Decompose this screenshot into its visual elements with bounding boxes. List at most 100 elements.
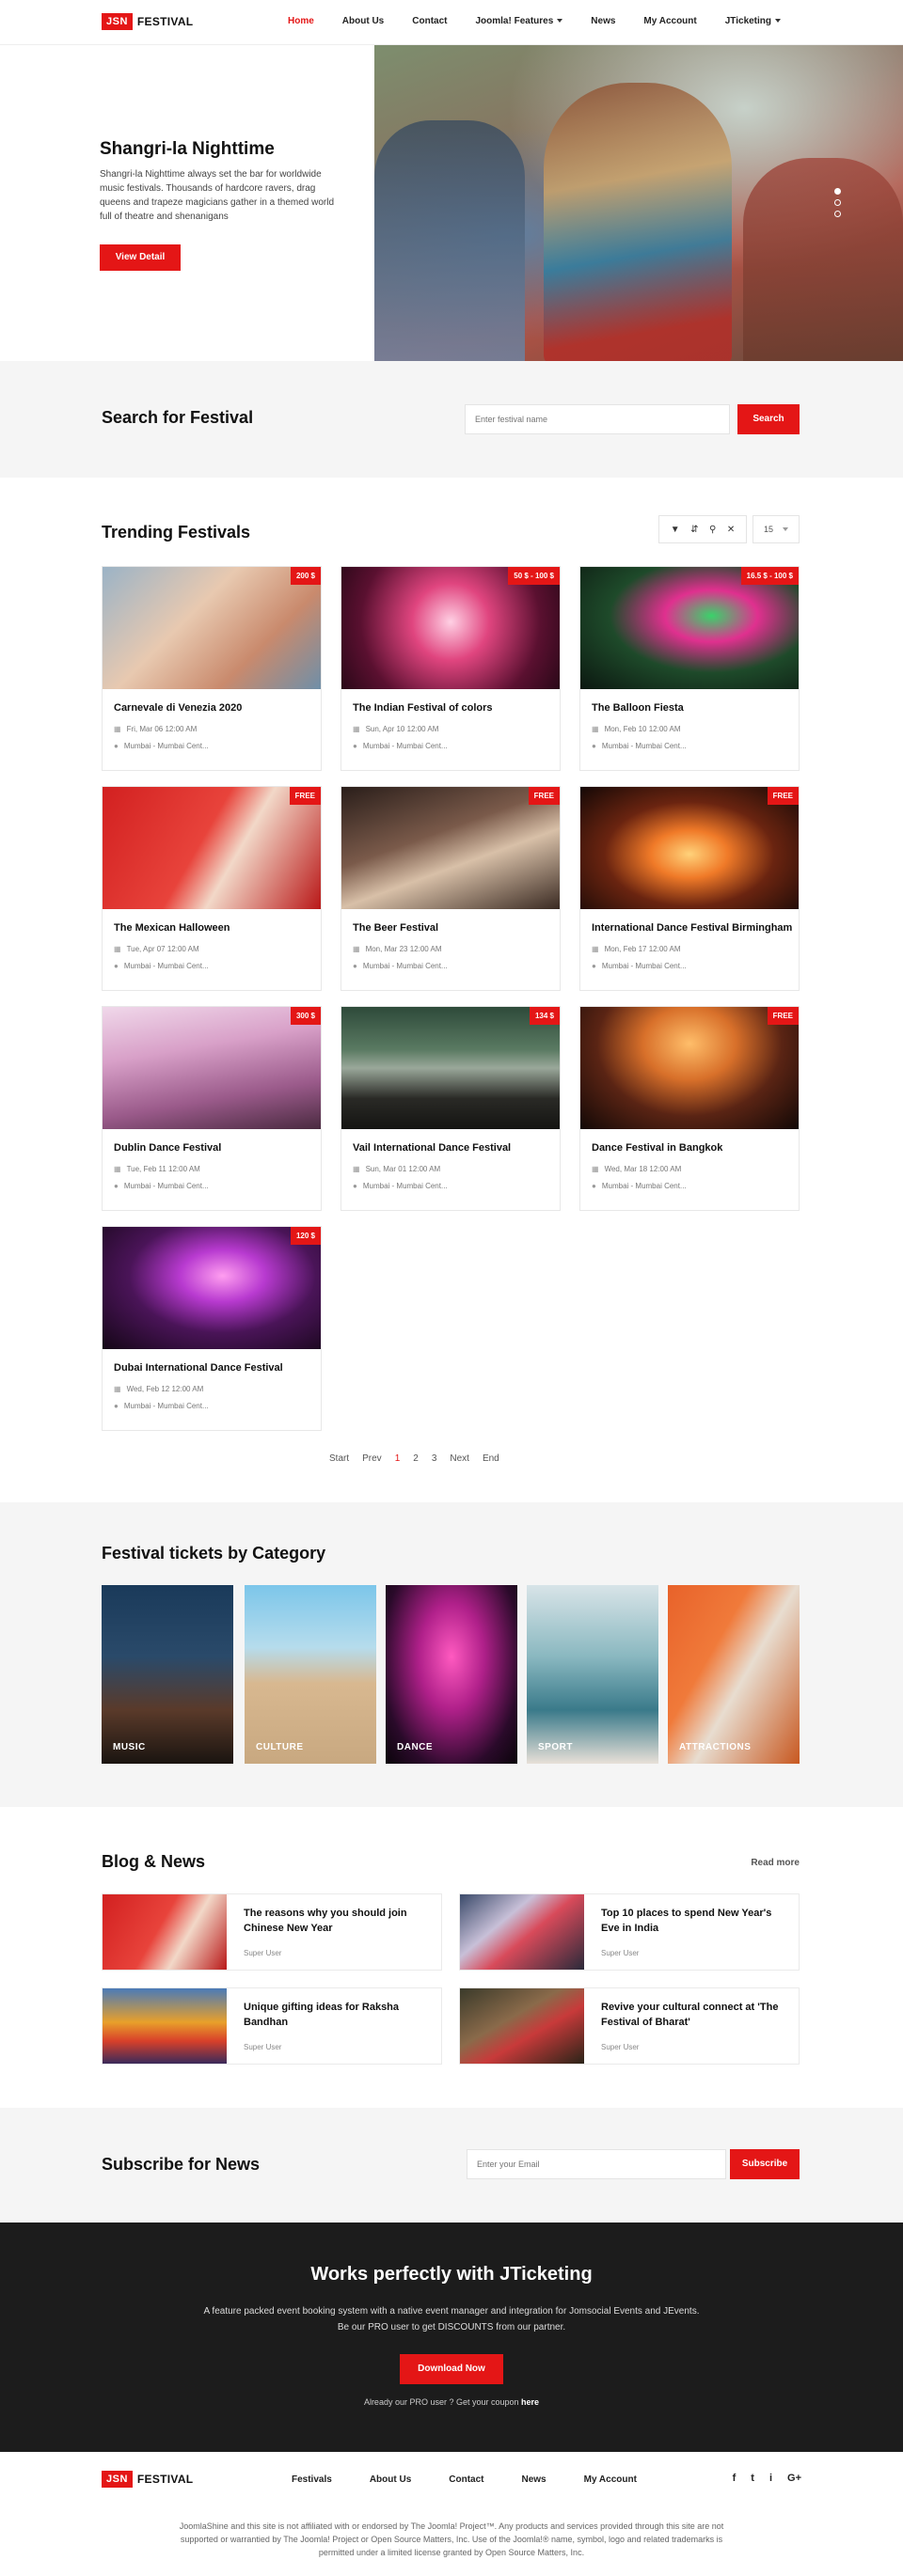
calendar-icon: ▦ — [114, 945, 121, 953]
page-2[interactable]: 2 — [413, 1453, 419, 1464]
festival-title[interactable]: The Balloon Fiesta — [592, 702, 684, 714]
twitter-icon[interactable]: t — [751, 2473, 754, 2484]
download-now-button[interactable]: Download Now — [400, 2354, 503, 2384]
sort-icon[interactable]: ⇵ — [690, 525, 698, 535]
festival-title[interactable]: The Beer Festival — [353, 922, 438, 934]
nav-contact[interactable]: Contact — [412, 16, 447, 26]
festival-card[interactable]: FREE Dance Festival in Bangkok ▦ Wed, Mar… — [579, 1006, 800, 1211]
festival-date-text: Fri, Mar 06 12:00 AM — [126, 725, 198, 733]
footer-nav-contact[interactable]: Contact — [449, 2474, 483, 2485]
category-tile-sport[interactable]: SPORT — [527, 1585, 658, 1764]
logo-badge: JSN — [102, 13, 133, 30]
festival-title[interactable]: The Indian Festival of colors — [353, 702, 493, 714]
blog-post-title[interactable]: The reasons why you should join Chinese … — [244, 1906, 432, 1936]
price-badge: FREE — [767, 1007, 799, 1025]
footer-nav: Festivals About Us Contact News My Accou… — [292, 2474, 674, 2485]
festival-card[interactable]: 16.5 $ - 100 $ The Balloon Fiesta ▦ Mon, … — [579, 566, 800, 771]
festival-title[interactable]: Dubai International Dance Festival — [114, 1362, 283, 1374]
festival-date: ▦ Tue, Apr 07 12:00 AM — [114, 945, 199, 953]
footer-logo[interactable]: JSN FESTIVAL — [102, 2471, 193, 2488]
page-end[interactable]: End — [483, 1453, 499, 1464]
festival-title[interactable]: Vail International Dance Festival — [353, 1142, 511, 1154]
festival-image — [103, 787, 321, 909]
blog-post-title[interactable]: Revive your cultural connect at 'The Fes… — [601, 2000, 789, 2030]
blog-post[interactable]: Revive your cultural connect at 'The Fes… — [459, 1987, 800, 2065]
festival-card[interactable]: FREE The Beer Festival ▦ Mon, Mar 23 12:0… — [341, 786, 561, 991]
category-title: Festival tickets by Category — [102, 1544, 326, 1563]
slider-dot-3[interactable] — [834, 211, 841, 217]
calendar-icon: ▦ — [114, 1385, 121, 1393]
footer-nav-festivals[interactable]: Festivals — [292, 2474, 332, 2485]
category-tile-culture[interactable]: CULTURE — [245, 1585, 376, 1764]
festival-location: ● Mumbai - Mumbai Cent... — [353, 1182, 448, 1190]
festival-location-text: Mumbai - Mumbai Cent... — [362, 742, 448, 750]
coupon-link[interactable]: here — [521, 2397, 539, 2407]
festival-card[interactable]: FREE International Dance Festival Birmin… — [579, 786, 800, 991]
blog-post-title[interactable]: Top 10 places to spend New Year's Eve in… — [601, 1906, 789, 1936]
price-badge: 134 $ — [529, 1007, 560, 1025]
festival-title[interactable]: Carnevale di Venezia 2020 — [114, 702, 242, 714]
festival-card[interactable]: 50 $ - 100 $ The Indian Festival of colo… — [341, 566, 561, 771]
blog-post-title[interactable]: Unique gifting ideas for Raksha Bandhan — [244, 2000, 432, 2030]
festival-card[interactable]: 300 $ Dublin Dance Festival ▦ Tue, Feb 11… — [102, 1006, 322, 1211]
read-more-link[interactable]: Read more — [751, 1858, 800, 1868]
instagram-icon[interactable]: i — [769, 2473, 772, 2484]
festival-date-text: Mon, Mar 23 12:00 AM — [365, 945, 442, 953]
festival-title[interactable]: Dublin Dance Festival — [114, 1142, 221, 1154]
festival-card[interactable]: FREE The Mexican Halloween ▦ Tue, Apr 07 … — [102, 786, 322, 991]
filter-icon[interactable]: ▼ — [671, 525, 680, 535]
nav-my-account[interactable]: My Account — [643, 16, 696, 26]
footer-nav-my-account[interactable]: My Account — [584, 2474, 637, 2485]
nav-about-us[interactable]: About Us — [342, 16, 384, 26]
view-detail-button[interactable]: View Detail — [100, 244, 181, 271]
slider-dot-1[interactable] — [834, 188, 841, 195]
category-tile-music[interactable]: MUSIC — [102, 1585, 233, 1764]
price-badge: 300 $ — [290, 1007, 321, 1025]
blog-post[interactable]: Top 10 places to spend New Year's Eve in… — [459, 1893, 800, 1971]
nav-news[interactable]: News — [591, 16, 615, 26]
festival-card[interactable]: 200 $ Carnevale di Venezia 2020 ▦ Fri, Ma… — [102, 566, 322, 771]
category-label: MUSIC — [113, 1742, 146, 1752]
blog-post[interactable]: Unique gifting ideas for Raksha Bandhan … — [102, 1987, 442, 2065]
subscribe-button[interactable]: Subscribe — [730, 2149, 800, 2179]
nav-joomla-features[interactable]: Joomla! Features — [475, 16, 563, 26]
festival-title[interactable]: Dance Festival in Bangkok — [592, 1142, 722, 1154]
festival-title[interactable]: International Dance Festival Birmingham — [592, 922, 792, 934]
google-plus-icon[interactable]: G+ — [787, 2473, 801, 2484]
footer-nav-about-us[interactable]: About Us — [370, 2474, 411, 2485]
festival-card[interactable]: 120 $ Dubai International Dance Festival… — [102, 1226, 322, 1431]
calendar-icon: ▦ — [114, 725, 121, 733]
calendar-icon: ▦ — [592, 725, 599, 733]
nav-jticketing[interactable]: JTicketing — [725, 16, 782, 26]
festival-image — [103, 1227, 321, 1349]
category-tile-attractions[interactable]: ATTRACTIONS — [668, 1585, 800, 1764]
festival-title[interactable]: The Mexican Halloween — [114, 922, 230, 934]
page-3[interactable]: 3 — [432, 1453, 437, 1464]
close-icon[interactable]: ✕ — [727, 525, 735, 535]
page-prev[interactable]: Prev — [362, 1453, 382, 1464]
nav-joomla-features-label: Joomla! Features — [475, 16, 554, 26]
facebook-icon[interactable]: f — [733, 2473, 737, 2484]
map-pin-icon: ● — [353, 742, 357, 750]
category-tile-dance[interactable]: DANCE — [386, 1585, 517, 1764]
price-badge: 200 $ — [290, 567, 321, 585]
page-1[interactable]: 1 — [395, 1453, 401, 1464]
search-icon[interactable]: ⚲ — [709, 525, 716, 535]
footer-nav-news[interactable]: News — [522, 2474, 547, 2485]
festival-location-text: Mumbai - Mumbai Cent... — [601, 742, 687, 750]
page-limit-select[interactable]: 15 — [752, 515, 800, 543]
nav-home[interactable]: Home — [288, 16, 314, 26]
festival-location: ● Mumbai - Mumbai Cent... — [114, 1182, 209, 1190]
page-next[interactable]: Next — [450, 1453, 469, 1464]
festival-card[interactable]: 134 $ Vail International Dance Festival … — [341, 1006, 561, 1211]
festival-date: ▦ Fri, Mar 06 12:00 AM — [114, 725, 197, 733]
search-button[interactable]: Search — [737, 404, 800, 434]
site-logo[interactable]: JSN FESTIVAL — [102, 13, 193, 30]
page-start[interactable]: Start — [329, 1453, 349, 1464]
blog-post[interactable]: The reasons why you should join Chinese … — [102, 1893, 442, 1971]
festival-search-input[interactable] — [465, 404, 730, 434]
blog-post-image — [103, 1894, 227, 1970]
map-pin-icon: ● — [592, 1182, 596, 1190]
slider-dot-2[interactable] — [834, 199, 841, 206]
email-field[interactable] — [467, 2149, 726, 2179]
